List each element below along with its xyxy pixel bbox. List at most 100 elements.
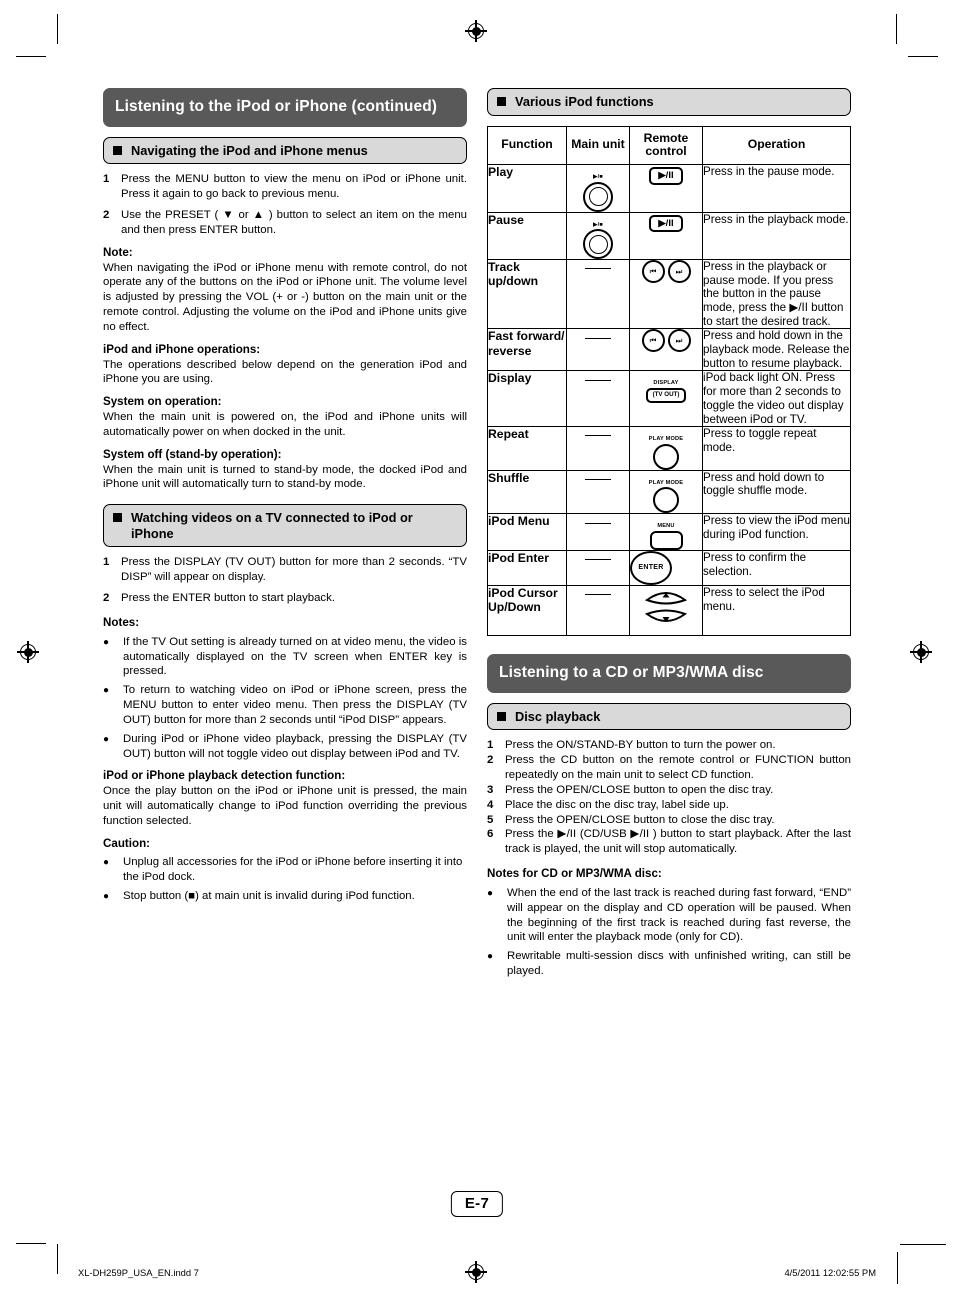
bullet-square-icon	[497, 711, 506, 721]
crop-mark-top-right-h	[908, 56, 938, 58]
step-number: 1	[103, 556, 110, 569]
step-text: Press the ▶/II (CD/USB ▶/II ) button to …	[505, 828, 851, 856]
table-row: Fast forward/ reverse ⏮ ⏭ Press and hold…	[487, 328, 851, 372]
dash-icon	[585, 435, 611, 437]
system-off-text: When the main unit is turned to stand-by…	[103, 463, 467, 491]
table-row: iPod Enter ENTER Press to confirm the se…	[487, 549, 851, 586]
skip-forward-icon: ⏭	[667, 329, 691, 353]
list-item: ● Stop button (■) at main unit is invali…	[103, 889, 467, 905]
display-tv-out-button-icon: DISPLAY (TV OUT)	[645, 381, 687, 403]
play-mode-button-icon: PLAY MODE	[648, 479, 684, 514]
section-heading-label: Various iPod functions	[515, 94, 654, 109]
list-item: 4 Place the disc on the disc tray, label…	[487, 798, 851, 813]
cell-function: iPod Enter	[487, 549, 567, 586]
section-heading-disc-playback: Disc playback	[487, 702, 851, 731]
step-text: Press the ON/STAND-BY button to turn the…	[505, 739, 776, 752]
cell-remote-control: ENTER	[629, 549, 703, 586]
section-heading-label: Watching videos on a TV connected to iPo…	[131, 510, 413, 541]
table-row: Shuffle PLAY MODE Press and hold down to…	[487, 469, 851, 515]
cell-main-unit: ▶/■	[566, 211, 630, 261]
registration-mark-bottom	[465, 1261, 487, 1283]
right-column: Various iPod functions Function Main uni…	[487, 88, 851, 979]
step-number: 4	[487, 798, 494, 811]
list-item: 1 Press the MENU button to view the menu…	[103, 172, 467, 202]
step-text: Use the PRESET ( ▼ or ▲ ) button to sele…	[121, 209, 467, 236]
cell-function: Play	[487, 163, 567, 213]
cell-operation: Press and hold down to toggle shuffle mo…	[702, 469, 851, 515]
list-item: ● When the end of the last track is reac…	[487, 886, 851, 945]
list-item: ● To return to watching video on iPod or…	[103, 683, 467, 727]
operations-text: The operations described below depend on…	[103, 358, 467, 386]
skip-back-forward-icon: ⏮ ⏭	[630, 329, 702, 353]
cell-function: iPod Menu	[487, 513, 567, 551]
section-heading-label: Disc playback	[515, 708, 601, 724]
column-header-main-unit: Main unit	[566, 125, 630, 165]
bullet-square-icon	[113, 513, 122, 523]
registration-mark-right	[910, 641, 932, 663]
note-label: Note:	[103, 245, 133, 259]
list-item: 1 Press the DISPLAY (TV OUT) button for …	[103, 555, 467, 585]
cell-operation: Press to confirm the selection.	[702, 549, 851, 586]
step-number: 2	[103, 209, 110, 222]
cell-remote-control: PLAY MODE	[629, 426, 703, 471]
cell-main-unit: ▶/■	[566, 163, 630, 213]
step-text: Press the ENTER button to start playback…	[121, 592, 335, 605]
table-row: iPod Menu MENU Press to view the iPod me…	[487, 513, 851, 551]
bullet-square-icon	[497, 97, 506, 106]
list-item: 2 Use the PRESET ( ▼ or ▲ ) button to se…	[103, 208, 467, 238]
skip-back-icon: ⏮	[641, 329, 665, 353]
cell-main-unit	[566, 469, 630, 515]
step-number: 6	[487, 828, 494, 841]
section-heading-label: Navigating the iPod and iPhone menus	[131, 142, 368, 158]
system-on-label: System on operation:	[103, 395, 222, 409]
icon-label: PLAY MODE	[648, 479, 684, 486]
note-text: During iPod or iPhone video playback, pr…	[123, 732, 467, 760]
note-text: When navigating the iPod or iPhone menu …	[103, 261, 467, 333]
section-title-listening-cd: Listening to a CD or MP3/WMA disc	[487, 653, 851, 693]
icon-label: ▶/■	[593, 221, 603, 228]
step-number: 3	[487, 783, 494, 796]
step-number: 1	[487, 739, 494, 752]
bullet-dot-icon: ●	[103, 733, 110, 745]
cell-main-unit	[566, 259, 630, 330]
crop-mark-top-left-v	[57, 14, 59, 44]
bullet-dot-icon: ●	[487, 951, 494, 963]
column-header-remote-control: Remote control	[629, 125, 703, 165]
step-number: 5	[487, 813, 494, 826]
cell-remote-control: PLAY MODE	[629, 469, 703, 515]
list-item: 2 Press the CD button on the remote cont…	[487, 753, 851, 783]
cell-function: Track up/down	[487, 259, 567, 330]
cell-function: Pause	[487, 211, 567, 261]
page-title: Listening to the iPod or iPhone (continu…	[103, 88, 467, 127]
system-on-text: When the main unit is powered on, the iP…	[103, 411, 467, 438]
cell-operation: Press to view the iPod menu during iPod …	[702, 513, 851, 551]
note-text: When the end of the last track is reache…	[507, 886, 851, 944]
icon-label: MENU	[657, 523, 675, 530]
step-text: Place the disc on the disc tray, label s…	[505, 798, 729, 811]
list-item: ● Unplug all accessories for the iPod or…	[103, 855, 467, 885]
icon-label: ▶/■	[593, 173, 603, 180]
section-heading-navigating-menus: Navigating the iPod and iPhone menus	[103, 136, 467, 165]
note-text: Rewritable multi-session discs with unfi…	[507, 950, 851, 977]
double-circle-play-stop-icon: ▶/■	[583, 173, 613, 212]
cell-function: Repeat	[487, 426, 567, 471]
crop-mark-bottom-left-h	[16, 1243, 46, 1245]
step-text: Press the DISPLAY (TV OUT) button for mo…	[121, 556, 467, 584]
enter-button-icon: ENTER	[630, 550, 672, 585]
crop-mark-bottom-right-h	[900, 1244, 946, 1245]
note-text: To return to watching video on iPod or i…	[123, 684, 467, 726]
system-off-label: System off (stand-by operation):	[103, 447, 282, 461]
cell-remote-control: ▶/II	[629, 163, 703, 213]
step-text: Press the MENU button to view the menu o…	[121, 173, 467, 201]
cell-remote-control: ▶/II	[629, 211, 703, 261]
step-number: 2	[103, 592, 110, 605]
bullet-dot-icon: ●	[103, 685, 110, 697]
icon-inner-label: (TV OUT)	[645, 388, 687, 403]
menu-button-icon: MENU	[649, 523, 683, 550]
bullet-dot-icon: ●	[103, 636, 110, 648]
caution-text: Unplug all accessories for the iPod or i…	[123, 856, 463, 884]
step-text: Press the OPEN/CLOSE button to open the …	[505, 783, 774, 796]
operations-label: iPod and iPhone operations:	[103, 342, 261, 356]
skip-forward-icon: ⏭	[667, 260, 691, 284]
dash-icon	[585, 479, 611, 481]
